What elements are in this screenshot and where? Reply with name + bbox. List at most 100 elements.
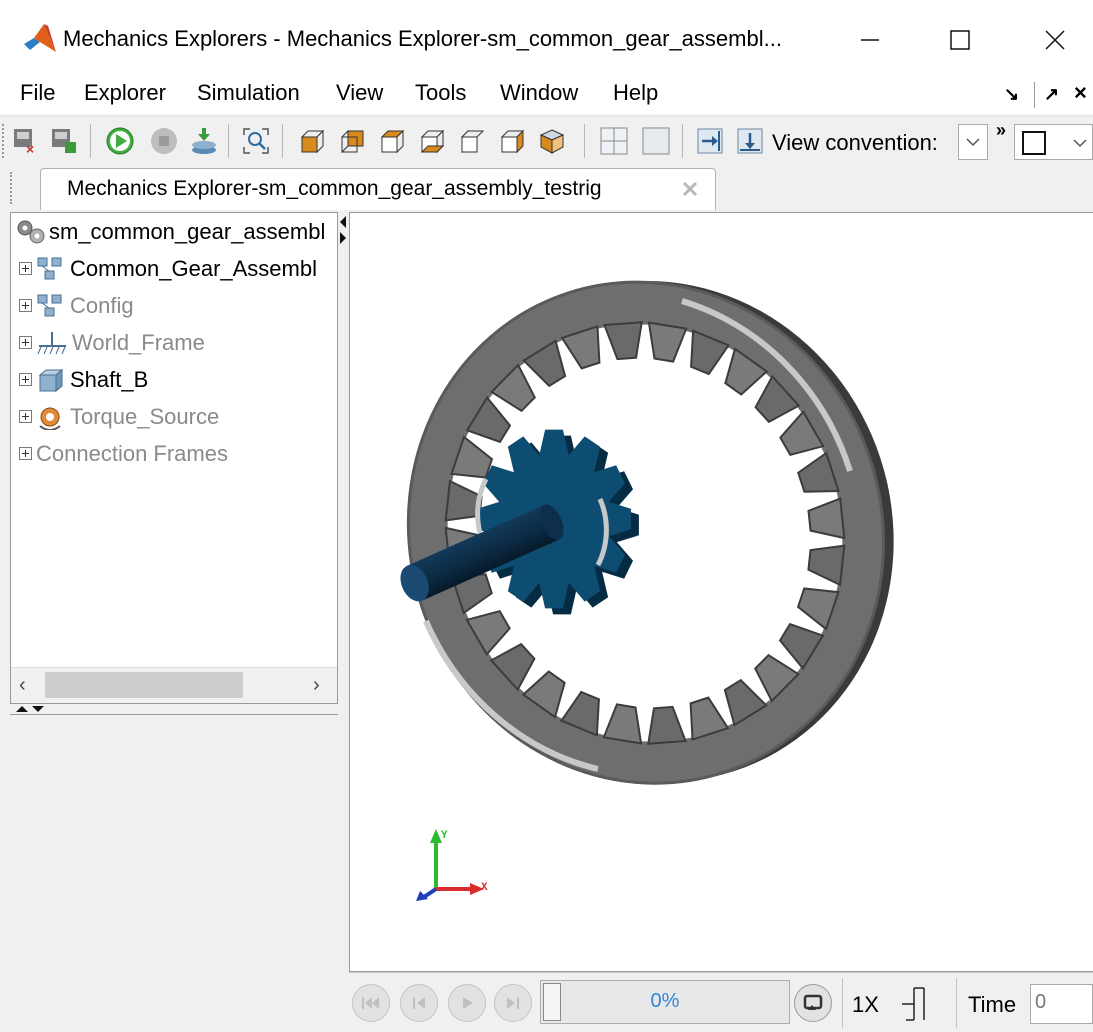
tree-item[interactable]: Common_Gear_Assembl <box>11 250 337 287</box>
toolbar-overflow[interactable]: » <box>996 120 1006 141</box>
frame-dropdown[interactable] <box>1014 124 1093 160</box>
progress-text: 0% <box>650 990 680 1012</box>
tree-root[interactable]: sm_common_gear_assembl <box>11 213 337 250</box>
view-right-button[interactable] <box>496 124 528 158</box>
remove-frame-button[interactable]: × <box>10 124 42 158</box>
expand-icon[interactable] <box>19 373 32 386</box>
step-forward-button[interactable] <box>494 984 532 1022</box>
playback-divider <box>956 978 957 1028</box>
scroll-left-icon[interactable]: ‹ <box>19 674 26 697</box>
tree-root-label: sm_common_gear_assembl <box>49 218 326 244</box>
download-stack-icon <box>192 128 216 154</box>
tab-grip <box>10 172 14 204</box>
menu-tools[interactable]: Tools <box>415 80 466 106</box>
view-front-button[interactable] <box>296 124 328 158</box>
minimize-icon <box>861 39 879 41</box>
toolbar-separator <box>584 124 585 158</box>
play-button[interactable] <box>448 984 486 1022</box>
square-outline-icon <box>1022 131 1046 155</box>
tree-item-label: Common_Gear_Assembl <box>70 255 317 281</box>
expand-icon[interactable] <box>19 410 32 423</box>
play-icon <box>106 127 134 155</box>
model-gears-icon <box>17 220 45 243</box>
chevron-down-icon <box>966 138 980 147</box>
stop-button[interactable] <box>148 124 180 158</box>
tab-close-icon[interactable] <box>681 180 699 198</box>
time-label: Time <box>968 992 1017 1017</box>
frame-remove-icon: × <box>14 129 34 155</box>
horizontal-scrollbar[interactable]: ‹ › <box>11 667 337 703</box>
cube-bottom-icon <box>420 129 445 154</box>
load-button[interactable] <box>188 124 220 158</box>
menu-explorer[interactable]: Explorer <box>84 80 166 106</box>
view-bottom-button[interactable] <box>416 124 448 158</box>
repeat-icon <box>803 994 823 1010</box>
view-isometric-button[interactable] <box>536 124 568 158</box>
scrollbar-thumb[interactable] <box>45 672 243 698</box>
split-down-button[interactable] <box>734 124 766 158</box>
four-views-button[interactable] <box>598 124 630 158</box>
skip-back-icon <box>362 997 379 1009</box>
zoom-to-fit-button[interactable] <box>240 124 272 158</box>
maximize-icon <box>950 30 970 50</box>
tree-item[interactable]: Torque_Source <box>11 398 337 435</box>
close-pane-icon[interactable]: × <box>1074 80 1087 106</box>
add-frame-button[interactable] <box>48 124 80 158</box>
menu-window[interactable]: Window <box>500 80 578 106</box>
splitter-arrows-icon[interactable] <box>338 214 348 248</box>
gear-assembly-render: Y X <box>400 280 894 901</box>
skip-to-start-button[interactable] <box>352 984 390 1022</box>
playback-divider <box>842 978 843 1028</box>
run-button[interactable] <box>104 124 136 158</box>
expand-icon[interactable] <box>19 336 32 349</box>
single-layout-icon <box>642 127 670 155</box>
grid-layout-icon <box>600 127 628 155</box>
toolbar-separator <box>90 124 91 158</box>
step-back-button[interactable] <box>400 984 438 1022</box>
tree-item[interactable]: Config <box>11 287 337 324</box>
scroll-right-icon[interactable]: › <box>313 674 320 697</box>
view-convention-dropdown[interactable] <box>958 124 988 160</box>
repeat-button[interactable] <box>794 984 832 1022</box>
expand-icon[interactable] <box>19 447 32 460</box>
undock-icon[interactable]: ↘ <box>1004 84 1019 105</box>
toolbar-separator <box>282 124 283 158</box>
close-button[interactable] <box>1025 18 1085 62</box>
menu-view[interactable]: View <box>336 80 383 106</box>
minimize-button[interactable] <box>840 18 900 62</box>
frame-add-icon <box>52 129 76 153</box>
toolbar-separator <box>682 124 683 158</box>
dock-icon[interactable]: ↗ <box>1044 84 1059 105</box>
view-top-button[interactable] <box>376 124 408 158</box>
view-back-button[interactable] <box>336 124 368 158</box>
menu-file[interactable]: File <box>20 80 55 106</box>
progress-slider[interactable]: 0% <box>540 980 790 1024</box>
split-right-button[interactable] <box>694 124 726 158</box>
torque-source-icon <box>39 407 61 430</box>
menu-simulation[interactable]: Simulation <box>197 80 300 106</box>
cube-back-icon <box>341 129 364 154</box>
config-subsystem-icon <box>37 294 62 316</box>
expand-icon[interactable] <box>19 299 32 312</box>
window-title: Mechanics Explorers - Mechanics Explorer… <box>63 26 782 51</box>
tree-item-label: Torque_Source <box>70 403 220 429</box>
subsystem-icon <box>37 257 62 279</box>
expand-icon[interactable] <box>19 262 32 275</box>
splitter-arrows-icon[interactable] <box>14 704 48 714</box>
tree-item[interactable]: Connection Frames <box>11 435 337 472</box>
tree-item[interactable]: Shaft_B <box>11 361 337 398</box>
menu-help[interactable]: Help <box>613 80 658 106</box>
toolbar-separator <box>228 124 229 158</box>
speed-slider[interactable] <box>898 986 940 1024</box>
maximize-button[interactable] <box>930 18 990 62</box>
view-left-button[interactable] <box>456 124 488 158</box>
world-frame-icon <box>37 331 66 354</box>
tree-item-label: Shaft_B <box>70 366 149 392</box>
single-view-button[interactable] <box>640 124 672 158</box>
playback-speed: 1X <box>852 992 879 1017</box>
time-input[interactable]: 0 <box>1030 984 1093 1024</box>
3d-viewport[interactable]: Y X <box>349 212 1093 972</box>
tree-item[interactable]: World_Frame <box>11 324 337 361</box>
cube-isometric-icon <box>539 129 565 154</box>
tab-document[interactable]: Mechanics Explorer-sm_common_gear_assemb… <box>40 168 716 210</box>
